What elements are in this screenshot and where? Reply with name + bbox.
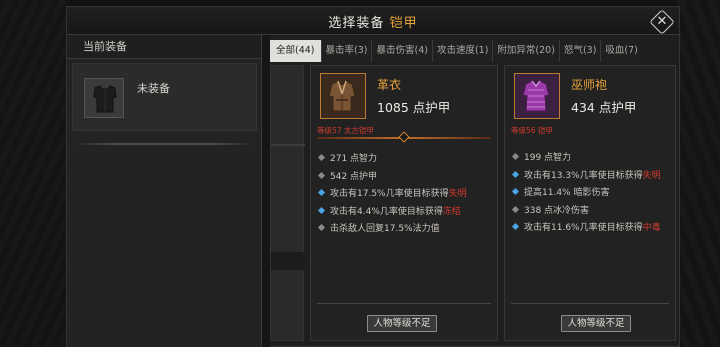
filter-tabs: 全部(44) 暴击率(3) 暴击伤害(4) 攻击速度(1) 附加异常(20) 怒…	[270, 40, 678, 62]
close-x-diamond-icon: ✕	[656, 14, 668, 29]
title-bar: 选择装备 铠甲 ✕	[67, 7, 679, 35]
item-requirement: 等级57 太古铠甲	[317, 126, 374, 135]
panel-divider	[262, 35, 270, 347]
stat-effect: 中毒	[642, 223, 661, 233]
tab-crit-damage[interactable]: 暴击伤害(4)	[372, 40, 433, 62]
item-armor: 1085 点护甲	[377, 100, 451, 115]
equipment-card[interactable]: 革衣 1085 点护甲 等级57 太古铠甲 271 点智力 542 点护甲 攻击…	[310, 65, 498, 341]
stat-line: 攻击有17.5%几率使目标获得失明	[317, 186, 467, 204]
stat-text: 271 点智力	[330, 154, 378, 164]
current-equipment-header: 当前装备	[67, 35, 261, 59]
item-requirement: 等级56 铠甲	[511, 126, 553, 135]
stat-effect: 失明	[448, 189, 467, 199]
bullet-blue-icon	[511, 187, 520, 196]
stat-text: 542 点护甲	[330, 171, 378, 182]
armor-silhouette-icon	[84, 78, 124, 118]
strip-gap	[271, 252, 305, 270]
bullet-blue-icon	[511, 222, 520, 231]
stat-text: 击杀敌人回复17.5%法力值	[330, 224, 440, 234]
strip-divider	[271, 144, 305, 146]
leather-coat-icon	[320, 73, 366, 119]
bullet-gray-icon	[511, 205, 520, 213]
stat-line: 攻击有4.4%几率使目标获得冻结	[317, 204, 467, 222]
level-insufficient-button[interactable]: 人物等级不足	[367, 315, 437, 332]
title-text: 选择装备	[328, 16, 385, 31]
stat-text: 攻击有11.6%几率使目标获得	[524, 223, 643, 233]
equipment-card[interactable]: 巫师袍 434 点护甲 等级56 铠甲 199 点智力 攻击有13.3%几率使目…	[504, 65, 676, 341]
tab-all[interactable]: 全部(44)	[270, 40, 322, 62]
window-title: 选择装备 铠甲	[67, 12, 679, 31]
item-stats: 199 点智力 攻击有13.3%几率使目标获得失明 提高11.4% 暗影伤害 3…	[511, 150, 661, 238]
background-texture-right	[676, 0, 720, 347]
item-list-strip[interactable]	[270, 65, 305, 341]
wizard-robe-icon	[514, 73, 560, 119]
bullet-gray-icon	[317, 153, 326, 162]
background-texture-left	[0, 0, 66, 347]
bullet-blue-icon	[317, 206, 326, 214]
item-stats: 271 点智力 542 点护甲 攻击有17.5%几率使目标获得失明 攻击有4.4…	[317, 151, 467, 239]
stat-effect: 失明	[642, 170, 661, 181]
stat-text: 攻击有17.5%几率使目标获得	[330, 189, 449, 199]
tab-lifesteal[interactable]: 吸血(7)	[601, 40, 642, 62]
stat-line: 542 点护甲	[317, 169, 467, 187]
tab-rage[interactable]: 怒气(3)	[559, 40, 602, 62]
bullet-gray-icon	[317, 171, 326, 179]
stat-line: 击杀敌人回复17.5%法力值	[317, 221, 467, 239]
bullet-gray-icon	[511, 152, 520, 161]
equipment-select-window: 选择装备 铠甲 ✕ 当前装备 未装备 全部(44) 暴击率(3) 暴击伤害(4)…	[66, 6, 680, 347]
bullet-gray-icon	[317, 223, 326, 232]
bullet-blue-icon	[317, 188, 326, 197]
stat-line: 攻击有11.6%几率使目标获得中毒	[511, 220, 661, 238]
stat-text: 攻击有13.3%几率使目标获得	[524, 170, 643, 181]
item-divider	[317, 131, 491, 143]
stat-line: 271 点智力	[317, 151, 467, 169]
stat-line: 攻击有13.3%几率使目标获得失明	[511, 168, 661, 186]
current-equipment-panel: 当前装备 未装备	[67, 35, 262, 347]
card-bottom-divider	[511, 303, 669, 304]
current-equipment-label: 未装备	[137, 82, 170, 95]
stat-line: 199 点智力	[511, 150, 661, 168]
stat-effect: 冻结	[442, 206, 461, 217]
bullet-blue-icon	[511, 170, 520, 178]
left-panel-divider	[75, 143, 255, 145]
stat-line: 338 点冰冷伤害	[511, 203, 661, 221]
stat-text: 提高11.4% 暗影伤害	[524, 188, 610, 198]
current-equipment-slot[interactable]: 未装备	[72, 63, 257, 131]
stat-line: 提高11.4% 暗影伤害	[511, 185, 661, 203]
item-armor: 434 点护甲	[571, 100, 637, 115]
divider-gem-icon	[398, 131, 410, 143]
stat-text: 199 点智力	[524, 153, 572, 163]
card-bottom-divider	[317, 303, 491, 304]
level-insufficient-button[interactable]: 人物等级不足	[561, 315, 631, 332]
item-name: 革衣	[377, 78, 402, 92]
stat-text: 攻击有4.4%几率使目标获得	[330, 206, 443, 217]
tab-attack-speed[interactable]: 攻击速度(1)	[432, 40, 494, 62]
tab-crit-rate[interactable]: 暴击率(3)	[321, 40, 373, 62]
tab-extra-status[interactable]: 附加异常(20)	[493, 40, 560, 62]
item-name: 巫师袍	[571, 78, 608, 92]
close-button[interactable]: ✕	[649, 9, 675, 35]
title-slot-name: 铠甲	[389, 16, 418, 31]
stat-text: 338 点冰冷伤害	[524, 205, 590, 216]
